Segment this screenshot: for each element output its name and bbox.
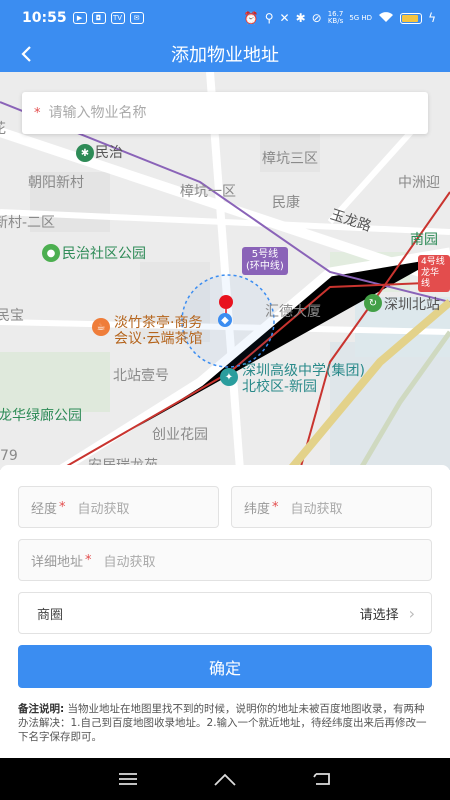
business-area-select[interactable]: 商圈 请选择 › bbox=[18, 592, 432, 634]
app-notification-icon-1: ▶ bbox=[72, 12, 87, 24]
latitude-field[interactable]: 纬度 * 自动获取 bbox=[231, 486, 432, 528]
map-label-79: 79 bbox=[0, 448, 18, 464]
property-name-search[interactable]: * bbox=[22, 92, 428, 134]
location-icon: ⚲ bbox=[264, 11, 274, 25]
metro-station-icon: ✱ bbox=[76, 144, 94, 162]
metro-line-5-sub: (环中线) bbox=[246, 261, 284, 272]
network-speed: 16.7 KB/s bbox=[328, 11, 344, 25]
status-time: 10:55 bbox=[22, 10, 67, 26]
network-speed-unit: KB/s bbox=[327, 17, 344, 25]
network-type: 5G HD bbox=[349, 13, 373, 22]
map-label-zhongzhou: 中洲迎 bbox=[398, 175, 440, 191]
teahouse-icon: ☕ bbox=[92, 318, 110, 336]
system-nav-bar bbox=[0, 758, 450, 800]
chevron-left-icon bbox=[21, 46, 31, 62]
map-label-minkang: 民康 bbox=[272, 195, 300, 211]
latitude-label: 纬度 bbox=[244, 501, 271, 517]
map-label-zhangkeng3: 樟坑三区 bbox=[262, 151, 318, 167]
railway-station-icon: ↻ bbox=[364, 294, 382, 312]
map-label-minbao: 民宝 bbox=[0, 308, 24, 324]
mute-icon: ✕ bbox=[279, 11, 290, 25]
poi-location-icon: ◆ bbox=[218, 313, 232, 327]
app-notification-icon-2: ◘ bbox=[91, 12, 106, 24]
map-label-huide-building: 汇德大厦 bbox=[265, 304, 321, 320]
battery-icon bbox=[400, 12, 423, 24]
map-label-longhua-park: 龙华绿廊公园 bbox=[0, 408, 82, 424]
bluetooth-icon: ✱ bbox=[295, 11, 306, 25]
wifi-icon bbox=[378, 11, 394, 26]
required-mark: * bbox=[34, 105, 41, 121]
longitude-placeholder: 自动获取 bbox=[77, 501, 130, 517]
note-text: 当物业地址在地图里找不到的时候，说明你的地址未被百度地图收录，有两种办法解决：1… bbox=[18, 703, 427, 743]
school-icon: ✦ bbox=[220, 368, 238, 386]
home-button[interactable] bbox=[210, 764, 240, 794]
detail-address-field[interactable]: 详细地址 * 自动获取 bbox=[18, 539, 432, 581]
longitude-required-mark: * bbox=[59, 499, 66, 515]
longitude-field[interactable]: 经度 * 自动获取 bbox=[18, 486, 219, 528]
map-view[interactable]: * ✱ ● ↻ ☕ ✦ ◆ 民治 樟坑三区 中洲迎 朝阳新村 樟坑一区 民康 玉… bbox=[0, 72, 450, 470]
map-label-school-2: 北校区-新园 bbox=[242, 379, 318, 395]
map-label-minzhi-park: 民治社区公园 bbox=[62, 246, 146, 262]
metro-line-5-label: 5号线 bbox=[251, 249, 279, 260]
metro-line-5-badge: 5号线 (环中线) bbox=[242, 247, 288, 275]
map-label-xincun2: 新村-二区 bbox=[0, 215, 56, 231]
park-icon: ● bbox=[42, 244, 60, 262]
map-label-chuangye: 创业花园 bbox=[152, 427, 208, 443]
map-label-minzhi: 民治 bbox=[95, 145, 123, 161]
business-area-value: 请选择 bbox=[359, 607, 399, 623]
address-form: 经度 * 自动获取 纬度 * 自动获取 详细地址 * 自动获取 商圈 请选择 ›… bbox=[0, 465, 450, 757]
alarm-icon: ⏰ bbox=[243, 11, 259, 25]
note-title: 备注说明: bbox=[18, 703, 65, 715]
chevron-right-icon: › bbox=[408, 603, 415, 623]
property-name-input[interactable] bbox=[48, 105, 389, 121]
detail-address-required-mark: * bbox=[85, 552, 92, 568]
status-indicators: ⏰ ⚲ ✕ ✱ ⊘ 16.7 KB/s 5G HD ϟ bbox=[244, 11, 436, 26]
menu-button[interactable] bbox=[113, 764, 143, 794]
longitude-label: 经度 bbox=[31, 501, 58, 517]
map-label-nanyuan: 南园 bbox=[410, 232, 438, 248]
back-nav-icon bbox=[312, 773, 330, 785]
detail-address-label: 详细地址 bbox=[31, 554, 84, 570]
confirm-button[interactable]: 确定 bbox=[18, 645, 432, 688]
menu-icon bbox=[119, 773, 138, 785]
note: 备注说明: 当物业地址在地图里找不到的时候，说明你的地址未被百度地图收录，有两种… bbox=[18, 702, 434, 744]
back-nav-button[interactable] bbox=[307, 764, 337, 794]
map-label-huaji: 花 bbox=[0, 118, 6, 138]
back-button[interactable] bbox=[14, 40, 38, 68]
top-bar: 10:55 ▶ ◘ TV ✉ ⏰ ⚲ ✕ ✱ ⊘ 16.7 KB/s 5G HD… bbox=[0, 0, 450, 72]
metro-line-4-sub: 龙华线 bbox=[421, 268, 440, 289]
charging-icon: ϟ bbox=[428, 11, 436, 25]
battery-level bbox=[402, 14, 419, 22]
dnd-icon: ⊘ bbox=[311, 11, 322, 25]
metro-line-4-badge: 4号线 龙华线 bbox=[418, 255, 450, 292]
map-label-zhangkeng1: 樟坑一区 bbox=[180, 184, 236, 200]
app-notification-icon-3: TV bbox=[110, 12, 125, 24]
map-label-chaoyang: 朝阳新村 bbox=[28, 175, 84, 191]
map-label-beizhan: 北站壹号 bbox=[113, 368, 169, 384]
app-notification-icon-4: ✉ bbox=[129, 12, 144, 24]
header: 添加物业地址 bbox=[0, 36, 450, 72]
page-title: 添加物业地址 bbox=[171, 45, 279, 66]
detail-address-placeholder: 自动获取 bbox=[103, 554, 156, 570]
latitude-placeholder: 自动获取 bbox=[290, 501, 343, 517]
status-bar: 10:55 ▶ ◘ TV ✉ ⏰ ⚲ ✕ ✱ ⊘ 16.7 KB/s 5G HD… bbox=[0, 0, 450, 36]
latitude-required-mark: * bbox=[272, 499, 279, 515]
metro-line-4-label: 4号线 bbox=[421, 257, 445, 267]
business-area-label: 商圈 bbox=[37, 607, 64, 623]
map-label-shenzhen-north: 深圳北站 bbox=[384, 297, 440, 313]
map-label-danzhu-2: 会议·云端茶馆 bbox=[114, 331, 203, 347]
home-icon bbox=[214, 773, 236, 786]
